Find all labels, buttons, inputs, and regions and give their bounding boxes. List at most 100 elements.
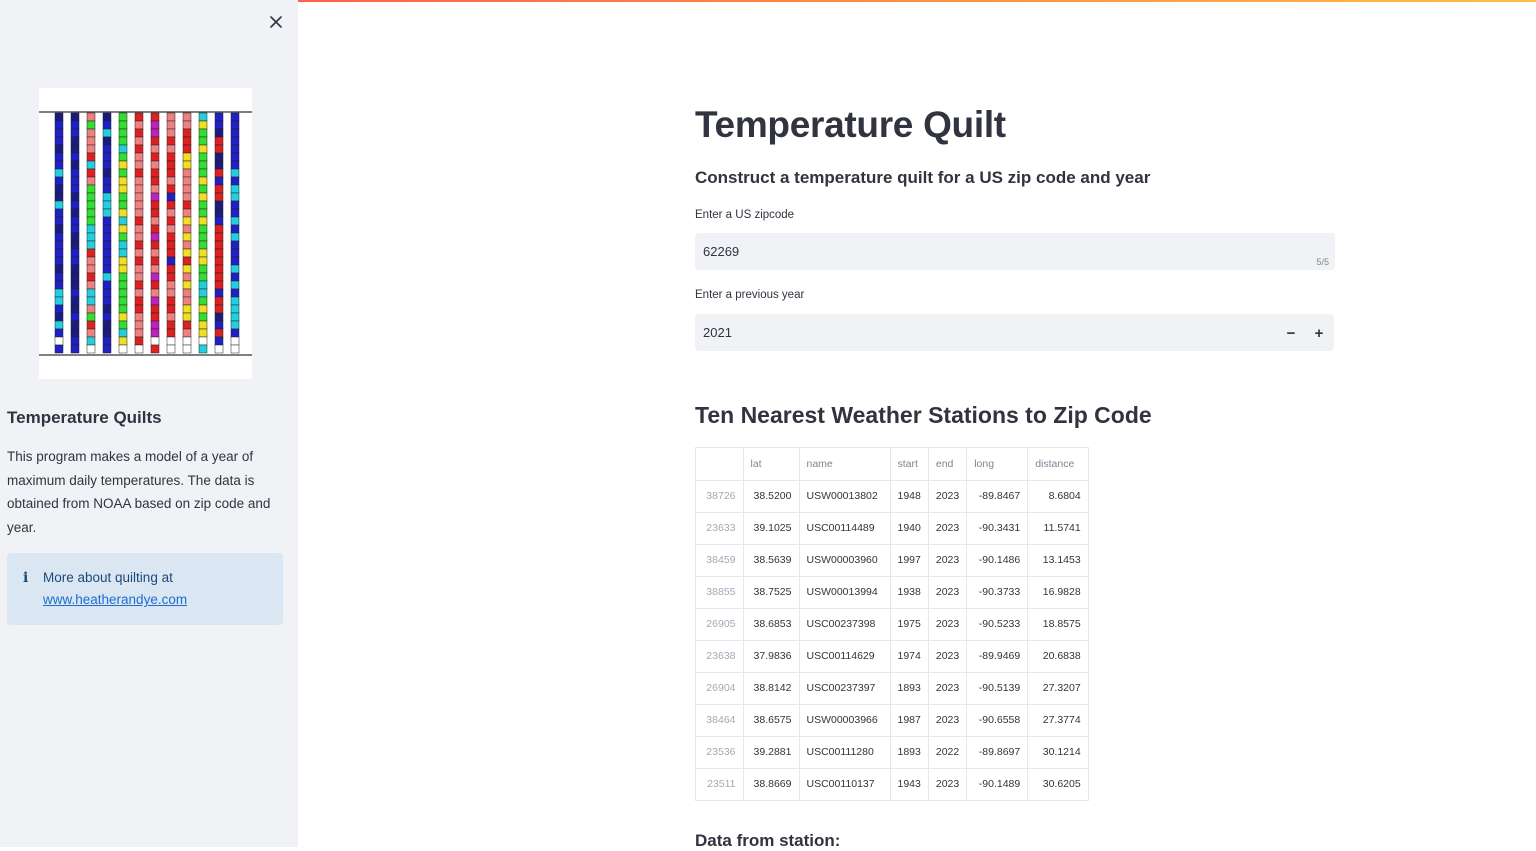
table-cell-lat[interactable]: 39.1025 <box>743 512 800 545</box>
table-cell-start[interactable]: 1938 <box>890 576 929 609</box>
table-cell-start[interactable]: 1893 <box>890 736 929 769</box>
table-cell-name[interactable]: USW00003960 <box>799 544 891 577</box>
table-cell-end[interactable]: 2023 <box>928 672 968 705</box>
table-cell-long[interactable]: -90.3431 <box>966 512 1029 545</box>
table-cell-index[interactable]: 38464 <box>696 704 744 737</box>
table-cell-end[interactable]: 2023 <box>928 480 968 513</box>
table-cell-name[interactable]: USC00237397 <box>799 672 891 705</box>
table-cell-index[interactable]: 26904 <box>696 672 744 705</box>
table-cell-distance[interactable]: 20.6838 <box>1027 640 1088 673</box>
stations-table[interactable]: lat name start end long distance 38726 38… <box>695 447 1089 801</box>
column-header-index[interactable] <box>696 448 744 481</box>
table-cell-distance[interactable]: 16.9828 <box>1027 576 1088 609</box>
table-cell-distance[interactable]: 8.6804 <box>1027 480 1088 513</box>
column-header-end[interactable]: end <box>928 448 968 481</box>
table-cell-lat[interactable]: 38.8669 <box>743 768 800 800</box>
column-header-start[interactable]: start <box>890 448 929 481</box>
table-cell-end[interactable]: 2023 <box>928 608 968 641</box>
table-cell-distance[interactable]: 30.1214 <box>1027 736 1088 769</box>
table-cell-distance[interactable]: 27.3207 <box>1027 672 1088 705</box>
quilt-square <box>150 312 160 322</box>
table-cell-name[interactable]: USW00013802 <box>799 480 891 513</box>
quilt-square <box>134 192 144 202</box>
year-number-input[interactable]: 2021 − + <box>695 314 1334 351</box>
table-cell-start[interactable]: 1943 <box>890 768 929 800</box>
table-cell-name[interactable]: USW00003966 <box>799 704 891 737</box>
quilt-image <box>39 111 252 356</box>
decrement-button[interactable]: − <box>1280 322 1302 344</box>
table-cell-index[interactable]: 23638 <box>696 640 744 673</box>
table-cell-index[interactable]: 23633 <box>696 512 744 545</box>
quilt-square <box>198 256 208 266</box>
quilt-square <box>70 264 80 274</box>
table-cell-long[interactable]: -90.6558 <box>966 704 1029 737</box>
table-cell-long[interactable]: -90.5233 <box>966 608 1029 641</box>
table-cell-start[interactable]: 1948 <box>890 480 929 513</box>
table-cell-start[interactable]: 1987 <box>890 704 929 737</box>
table-cell-index[interactable]: 23511 <box>696 768 744 800</box>
table-cell-distance[interactable]: 30.6205 <box>1028 768 1088 800</box>
table-cell-end[interactable]: 2023 <box>928 576 968 609</box>
table-cell-long[interactable]: -90.3733 <box>966 576 1029 609</box>
zipcode-input[interactable]: 62269 5/5 <box>695 233 1335 270</box>
quilt-square <box>230 120 240 130</box>
table-cell-lat[interactable]: 38.7525 <box>743 576 800 609</box>
table-cell-lat[interactable]: 37.9836 <box>743 640 800 673</box>
table-cell-lat[interactable]: 38.8142 <box>743 672 800 705</box>
table-cell-long[interactable]: -90.5139 <box>966 672 1029 705</box>
table-cell-start[interactable]: 1974 <box>890 640 929 673</box>
column-header-lat[interactable]: lat <box>743 448 800 481</box>
table-cell-start[interactable]: 1975 <box>890 608 929 641</box>
table-cell-distance[interactable]: 27.3774 <box>1027 704 1088 737</box>
table-cell-long[interactable]: -89.9469 <box>966 640 1029 673</box>
table-cell-end[interactable]: 2023 <box>928 512 968 545</box>
table-cell-lat[interactable]: 38.5639 <box>743 544 800 577</box>
table-cell-distance[interactable]: 13.1453 <box>1027 544 1088 577</box>
table-cell-index[interactable]: 38459 <box>696 544 744 577</box>
quilt-square <box>70 200 80 210</box>
quilt-square <box>166 112 176 122</box>
table-cell-name[interactable]: USC00111280 <box>799 736 891 769</box>
table-cell-end[interactable]: 2023 <box>928 704 968 737</box>
quilt-square <box>54 280 64 290</box>
column-header-distance[interactable]: distance <box>1027 448 1088 481</box>
table-cell-end[interactable]: 2023 <box>928 768 968 800</box>
increment-button[interactable]: + <box>1308 322 1330 344</box>
table-cell-index[interactable]: 38855 <box>696 576 744 609</box>
table-cell-end[interactable]: 2023 <box>928 544 968 577</box>
table-cell-index[interactable]: 38726 <box>696 480 744 513</box>
quilting-link[interactable]: www.heatherandye.com <box>43 592 187 607</box>
table-cell-end[interactable]: 2022 <box>928 736 968 769</box>
table-cell-name[interactable]: USC00110137 <box>799 768 891 800</box>
table-cell-distance[interactable]: 11.5741 <box>1027 512 1088 545</box>
quilt-square <box>102 256 112 266</box>
table-cell-end[interactable]: 2023 <box>928 640 968 673</box>
table-cell-lat[interactable]: 39.2881 <box>743 736 800 769</box>
column-header-long[interactable]: long <box>966 448 1029 481</box>
table-cell-start[interactable]: 1893 <box>890 672 929 705</box>
quilt-square <box>182 256 192 266</box>
close-sidebar-button[interactable] <box>264 10 288 34</box>
quilt-square <box>182 264 192 274</box>
table-cell-index[interactable]: 23536 <box>696 736 744 769</box>
table-cell-long[interactable]: -90.1489 <box>966 768 1029 800</box>
quilt-square <box>166 216 176 226</box>
table-cell-start[interactable]: 1997 <box>890 544 929 577</box>
table-cell-index[interactable]: 26905 <box>696 608 744 641</box>
column-header-name[interactable]: name <box>799 448 891 481</box>
table-cell-long[interactable]: -89.8467 <box>966 480 1029 513</box>
table-cell-start[interactable]: 1940 <box>890 512 929 545</box>
table-row: 26905 38.6853 USC00237398 1975 2023 -90.5233 1… <box>696 608 1088 641</box>
quilt-square <box>150 304 160 314</box>
table-cell-long[interactable]: -90.1486 <box>966 544 1029 577</box>
table-cell-long[interactable]: -89.8697 <box>966 736 1029 769</box>
table-cell-lat[interactable]: 38.6853 <box>743 608 800 641</box>
table-cell-lat[interactable]: 38.6575 <box>743 704 800 737</box>
table-cell-name[interactable]: USC00237398 <box>799 608 891 641</box>
table-cell-lat[interactable]: 38.5200 <box>743 480 800 513</box>
table-cell-name[interactable]: USC00114489 <box>799 512 891 545</box>
quilt-square <box>182 296 192 306</box>
table-cell-name[interactable]: USC00114629 <box>799 640 891 673</box>
table-cell-name[interactable]: USW00013994 <box>799 576 891 609</box>
table-cell-distance[interactable]: 18.8575 <box>1027 608 1088 641</box>
